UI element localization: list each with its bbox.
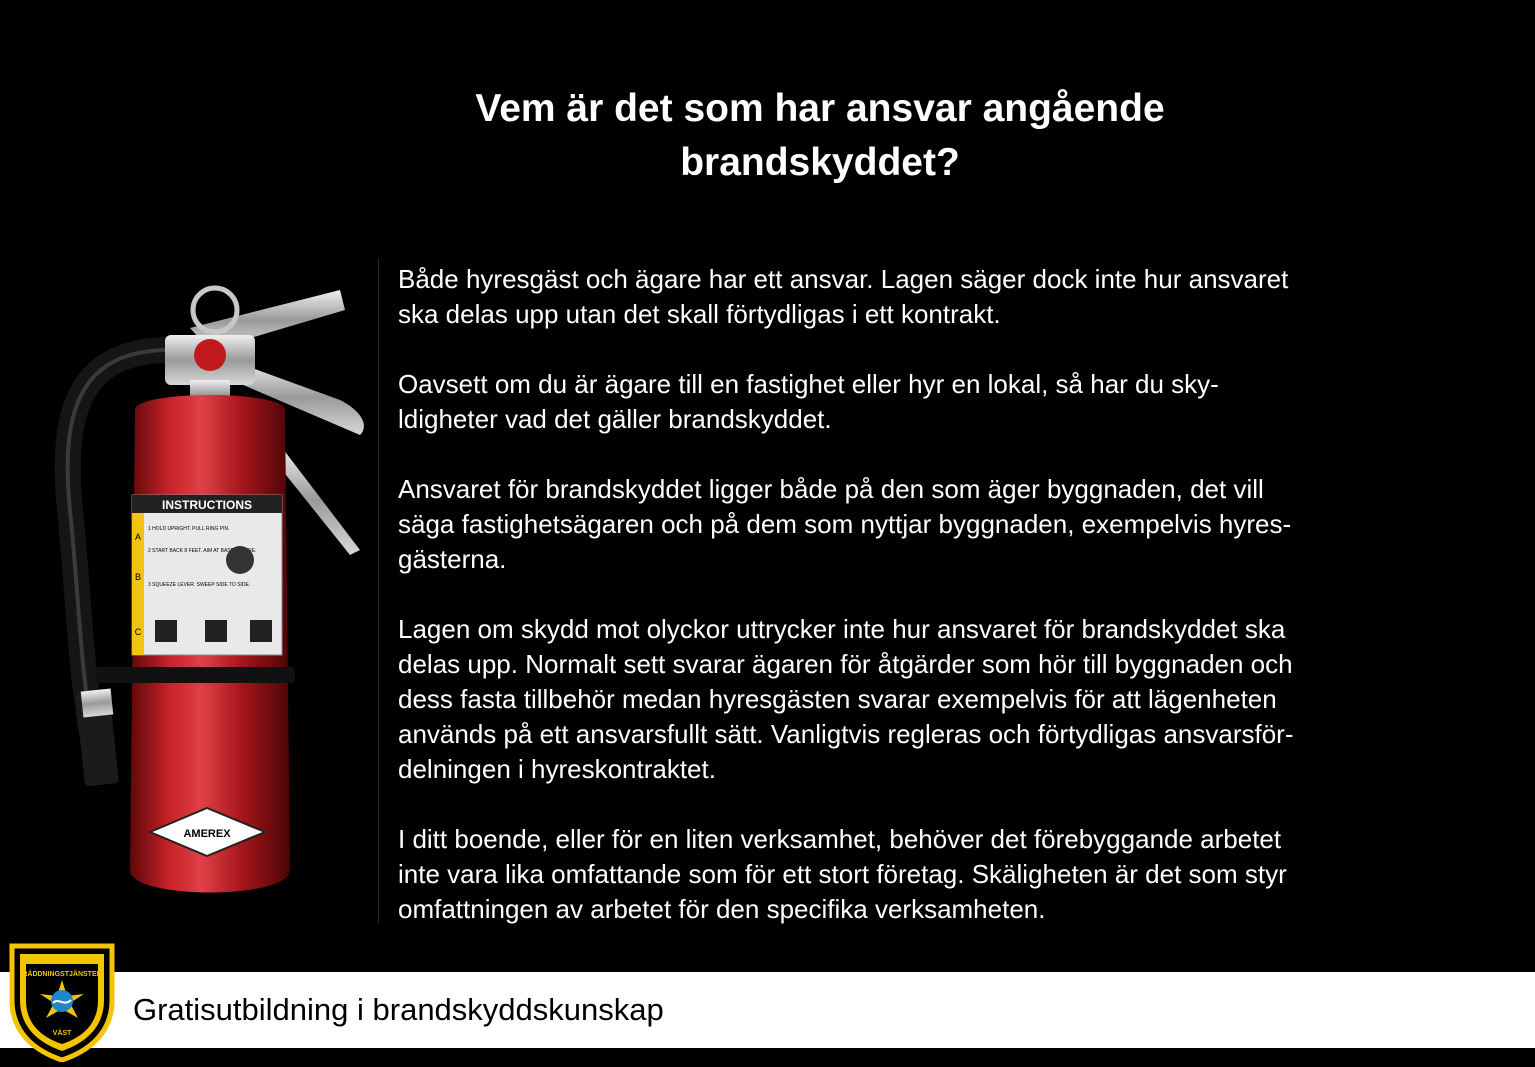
paragraph-5: I ditt boende, eller för en liten verksa… bbox=[398, 824, 1287, 924]
divider bbox=[378, 258, 379, 923]
logo-top-text: RÄDDNINGSTJÄNSTEN bbox=[22, 970, 101, 978]
label-heading: INSTRUCTIONS bbox=[162, 498, 252, 512]
fire-extinguisher-icon: INSTRUCTIONS A B C 1 HOLD UPRIGHT. PULL … bbox=[40, 250, 380, 930]
body-text: Både hyresgäst och ägare har ett ansvar.… bbox=[398, 262, 1428, 962]
paragraph-1: Både hyresgäst och ägare har ett ansvar.… bbox=[398, 264, 1289, 329]
label-step-1: 1 HOLD UPRIGHT. PULL RING PIN. bbox=[148, 526, 230, 532]
logo-bottom-text: VÄST bbox=[53, 1029, 72, 1037]
slide-title-text: Vem är det som har ansvar angående brand… bbox=[475, 87, 1165, 184]
label-class-c: C bbox=[135, 627, 142, 637]
paragraph-4: Lagen om skydd mot olyckor uttrycker int… bbox=[398, 614, 1294, 784]
paragraph-3: Ansvaret för brandskyddet ligger både på… bbox=[398, 474, 1292, 574]
brand-label: AMEREX bbox=[183, 828, 231, 840]
label-step-3: 3 SQUEEZE LEVER. SWEEP SIDE TO SIDE. bbox=[148, 582, 250, 588]
shield-logo-icon: RÄDDNINGSTJÄNSTEN VÄST bbox=[6, 940, 118, 1063]
slide-title: Vem är det som har ansvar angående brand… bbox=[300, 82, 1340, 190]
footer-text: Gratisutbildning i brandskyddskunskap bbox=[133, 992, 664, 1027]
paragraph-2: Oavsett om du är ägare till en fastighet… bbox=[398, 369, 1219, 434]
label-class-a: A bbox=[135, 532, 141, 542]
label-class-b: B bbox=[135, 572, 141, 582]
